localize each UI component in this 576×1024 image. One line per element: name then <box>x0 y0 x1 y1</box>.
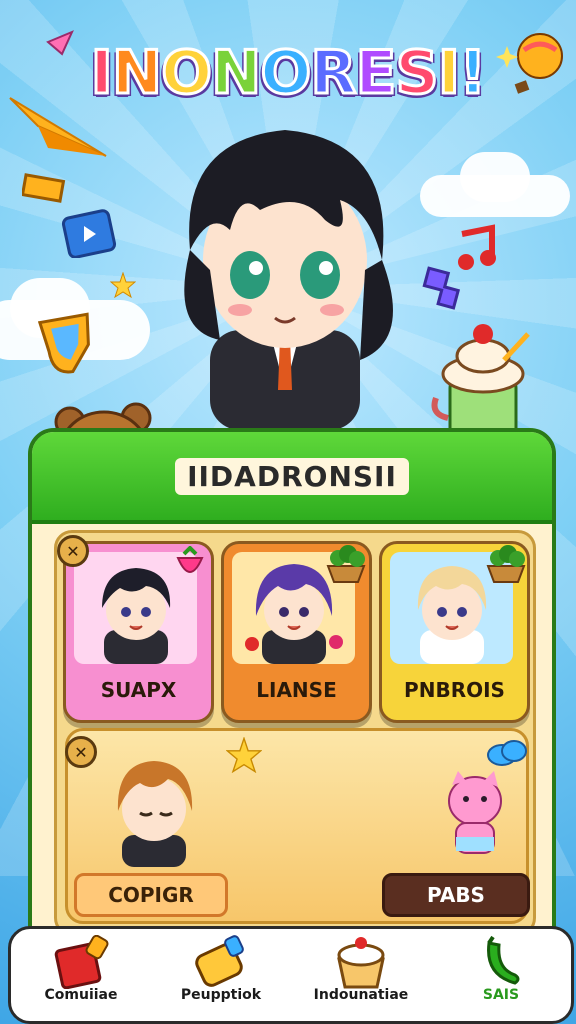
title-letter: O <box>259 37 313 110</box>
nav-item-indounatiae[interactable]: Indounatiae <box>291 929 431 1021</box>
title-letter: E <box>354 37 398 110</box>
title-letter: ! <box>458 37 488 110</box>
close-icon[interactable]: ✕ <box>65 736 97 768</box>
purple-block-icon <box>422 266 461 310</box>
cloud-icon <box>487 740 527 766</box>
nav-label: SAIS <box>482 987 520 1003</box>
yellow-tube-icon <box>195 935 244 987</box>
character-card-pnbrois[interactable]: PNBROIS <box>379 541 530 723</box>
panel-title: IIDADRONSII <box>175 457 409 495</box>
plant-bowl-icon <box>326 545 366 583</box>
pabs-button[interactable]: PABS <box>382 873 530 917</box>
card-label: LIANSE <box>256 678 337 702</box>
title-letter: O <box>160 37 214 110</box>
title-letter: R <box>309 37 358 110</box>
paper-plane-icon <box>9 97 107 157</box>
card-label: PNBROIS <box>404 678 505 702</box>
bottom-nav: Comuiiae Peupptiok Indounatiae SAIS <box>8 926 574 1024</box>
card-label: SUAPX <box>100 678 177 702</box>
nav-label: Indounatiae <box>313 987 409 1003</box>
blue-box-icon <box>62 209 117 258</box>
milkshake-icon <box>431 324 530 440</box>
star-icon <box>110 272 136 298</box>
nav-item-peupptiok[interactable]: Peupptiok <box>151 929 291 1021</box>
green-chili-icon <box>487 935 520 985</box>
nav-item-sais[interactable]: SAIS <box>431 929 571 1021</box>
main-panel: IIDADRONSII SUAPX ✕ LIANSE PNBROIS COPIG… <box>28 428 556 956</box>
character-card-lianse[interactable]: LIANSE <box>221 541 372 723</box>
copy-button[interactable]: COPIGR <box>74 873 228 917</box>
red-book-icon <box>54 935 109 989</box>
strawberry-icon <box>176 546 204 573</box>
nav-item-comuiiae[interactable]: Comuiiae <box>11 929 151 1021</box>
nav-label: Comuiiae <box>44 987 118 1003</box>
cupcake-icon <box>337 937 385 989</box>
title-letter: S <box>394 37 440 110</box>
balloon-icon <box>514 33 563 94</box>
close-icon[interactable]: ✕ <box>57 535 89 567</box>
character-grid: SUAPX ✕ LIANSE PNBROIS COPIGR PABS ✕ <box>54 530 536 936</box>
panel-header: IIDADRONSII <box>32 432 552 524</box>
title-letter: N <box>110 37 163 110</box>
title-letter: N <box>210 37 263 110</box>
shield-icon <box>38 312 90 374</box>
cloud-right-puff <box>460 152 530 202</box>
pink-cat-mascot <box>448 771 502 854</box>
title-letter: I <box>436 37 461 110</box>
gold-bar-icon <box>22 173 66 203</box>
plant-bowl-icon <box>486 545 526 583</box>
sleeping-character <box>117 761 193 867</box>
feature-card: COPIGR PABS <box>65 728 530 924</box>
pink-triangle-icon <box>46 30 74 56</box>
star-icon <box>226 737 262 773</box>
nav-label: Peupptiok <box>180 987 262 1003</box>
hero-character <box>184 130 393 430</box>
character-card-suapx[interactable]: SUAPX <box>63 541 214 723</box>
sparkle-icon <box>496 46 518 68</box>
